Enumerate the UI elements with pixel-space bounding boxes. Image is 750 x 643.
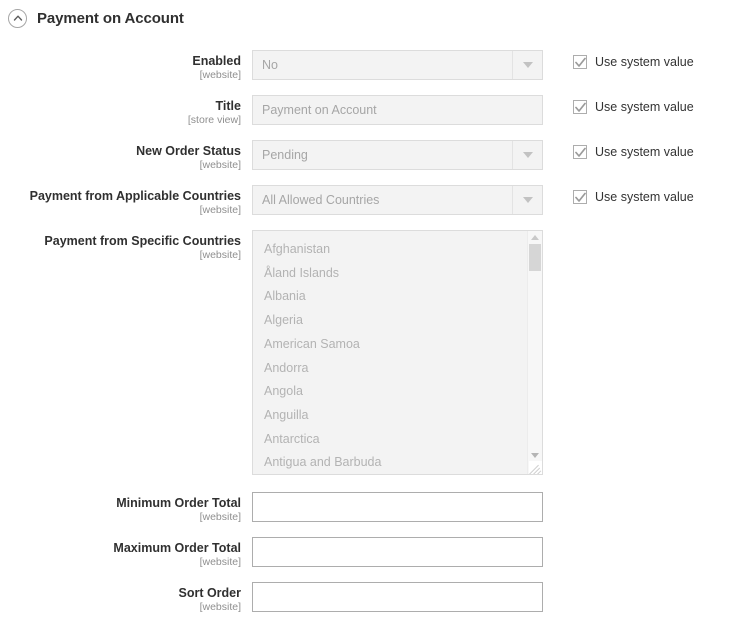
new-order-status-select-value: Pending [253,141,512,169]
field-control-maximum-order-total [252,537,543,567]
field-label-minimum-order-total: Minimum Order Total [website] [0,492,241,524]
use-system-value-label: Use system value [595,190,694,204]
field-row-minimum-order-total: Minimum Order Total [website] [0,492,750,524]
title-input[interactable]: Payment on Account [252,95,543,125]
list-item[interactable]: American Samoa [253,333,527,357]
use-system-value-title[interactable]: Use system value [573,95,694,114]
field-control-sort-order [252,582,543,612]
field-label-text: Maximum Order Total [0,541,241,556]
use-system-value-applicable-countries[interactable]: Use system value [573,185,694,204]
field-label-specific-countries: Payment from Specific Countries [website… [0,230,241,262]
chevron-up-circle-icon[interactable] [8,9,27,28]
field-row-specific-countries: Payment from Specific Countries [website… [0,230,750,475]
list-item[interactable]: Andorra [253,357,527,381]
page-title: Payment on Account [37,9,184,28]
field-scope-text: [store view] [0,114,241,127]
scrollbar-thumb[interactable] [529,244,541,271]
chevron-down-icon[interactable] [512,186,542,214]
field-row-sort-order: Sort Order [website] [0,582,750,614]
list-item[interactable]: Antarctica [253,428,527,452]
field-row-new-order-status: New Order Status [website] Pending Use s… [0,140,750,172]
use-system-value-enabled[interactable]: Use system value [573,50,694,69]
enabled-select[interactable]: No [252,50,543,80]
field-scope-text: [website] [0,204,241,217]
list-item[interactable]: Albania [253,285,527,309]
field-scope-text: [website] [0,511,241,524]
field-control-title: Payment on Account [252,95,543,125]
list-item[interactable]: Åland Islands [253,262,527,286]
list-item[interactable]: Angola [253,380,527,404]
field-label-text: Sort Order [0,586,241,601]
chevron-down-icon[interactable] [512,51,542,79]
checkbox-checked-icon[interactable] [573,55,587,69]
sort-order-input[interactable] [252,582,543,612]
list-item[interactable]: Anguilla [253,404,527,428]
field-label-enabled: Enabled [website] [0,50,241,82]
country-list-scrollbar[interactable] [527,231,542,474]
field-label-maximum-order-total: Maximum Order Total [website] [0,537,241,569]
field-control-minimum-order-total [252,492,543,522]
field-label-sort-order: Sort Order [website] [0,582,241,614]
use-system-value-label: Use system value [595,145,694,159]
field-scope-text: [website] [0,249,241,262]
use-system-value-label: Use system value [595,100,694,114]
field-label-text: New Order Status [0,144,241,159]
list-item[interactable]: Antigua and Barbuda [253,451,527,474]
field-scope-text: [website] [0,69,241,82]
field-row-enabled: Enabled [website] No Use system value [0,50,750,82]
new-order-status-select[interactable]: Pending [252,140,543,170]
checkbox-checked-icon[interactable] [573,190,587,204]
field-label-title: Title [store view] [0,95,241,127]
field-control-new-order-status: Pending [252,140,543,170]
field-label-text: Enabled [0,54,241,69]
use-system-value-new-order-status[interactable]: Use system value [573,140,694,159]
minimum-order-total-input[interactable] [252,492,543,522]
specific-countries-multiselect[interactable]: Afghanistan Åland Islands Albania Algeri… [252,230,543,475]
field-scope-text: [website] [0,159,241,172]
field-row-maximum-order-total: Maximum Order Total [website] [0,537,750,569]
field-scope-text: [website] [0,556,241,569]
list-item[interactable]: Afghanistan [253,238,527,262]
field-scope-text: [website] [0,601,241,614]
maximum-order-total-input[interactable] [252,537,543,567]
field-label-text: Minimum Order Total [0,496,241,511]
field-control-applicable-countries: All Allowed Countries [252,185,543,215]
field-label-text: Payment from Applicable Countries [0,189,241,204]
checkbox-checked-icon[interactable] [573,100,587,114]
field-row-title: Title [store view] Payment on Account Us… [0,95,750,127]
payment-on-account-form: Enabled [website] No Use system value Ti… [0,30,750,614]
field-control-enabled: No [252,50,543,80]
field-label-text: Title [0,99,241,114]
list-item[interactable]: Algeria [253,309,527,333]
scroll-down-arrow-icon[interactable] [531,453,539,458]
field-control-specific-countries: Afghanistan Åland Islands Albania Algeri… [252,230,543,475]
chevron-down-icon[interactable] [512,141,542,169]
section-header[interactable]: Payment on Account [0,0,750,30]
use-system-value-label: Use system value [595,55,694,69]
applicable-countries-select-value: All Allowed Countries [253,186,512,214]
country-option-list[interactable]: Afghanistan Åland Islands Albania Algeri… [253,231,527,474]
applicable-countries-select[interactable]: All Allowed Countries [252,185,543,215]
scroll-up-arrow-icon[interactable] [531,235,539,240]
enabled-select-value: No [253,51,512,79]
field-label-new-order-status: New Order Status [website] [0,140,241,172]
field-label-text: Payment from Specific Countries [0,234,241,249]
checkbox-checked-icon[interactable] [573,145,587,159]
field-label-applicable-countries: Payment from Applicable Countries [websi… [0,185,241,217]
field-row-applicable-countries: Payment from Applicable Countries [websi… [0,185,750,217]
resize-grip-icon[interactable] [529,461,542,474]
